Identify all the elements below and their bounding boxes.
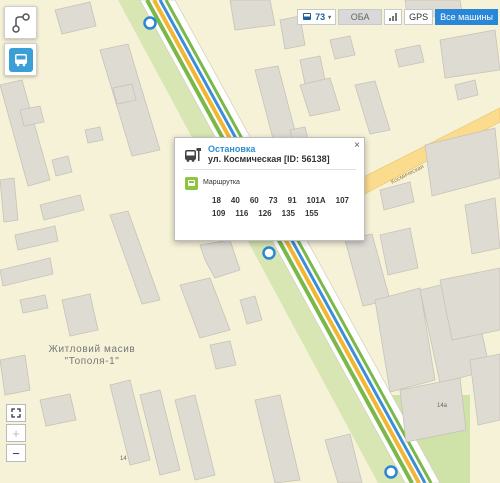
zoom-out-button[interactable]: − — [6, 444, 26, 462]
fullscreen-button[interactable] — [6, 404, 26, 422]
house-number-label: 14а — [437, 403, 448, 409]
bus-icon — [303, 13, 312, 20]
route-selector[interactable]: 73 ▾ — [297, 9, 337, 25]
route-link[interactable]: 101А — [307, 196, 326, 206]
bus-stop-icon — [185, 148, 201, 162]
signal-icon — [389, 13, 398, 21]
route-link[interactable]: 116 — [235, 209, 248, 219]
house-number-label: 14 — [120, 456, 127, 462]
stop-kind-label[interactable]: Остановка — [208, 144, 255, 154]
bus-icon — [8, 47, 33, 72]
route-link[interactable]: 73 — [269, 196, 278, 206]
district-label: Житловий масив — [49, 344, 136, 355]
district-label: "Тополя-1" — [65, 356, 120, 367]
stop-popup: × Остановка ул. Космическая [ID: 56138] … — [174, 137, 365, 241]
route-number: 73 — [315, 12, 326, 22]
gps-label: GPS — [409, 12, 429, 22]
route-link[interactable]: 91 — [288, 196, 297, 206]
zoom-in-button[interactable]: + — [6, 424, 26, 442]
route-link[interactable]: 126 — [258, 209, 271, 219]
stop-marker[interactable] — [384, 465, 398, 479]
route-link[interactable]: 60 — [250, 196, 259, 206]
fullscreen-icon — [11, 408, 21, 418]
stop-name: ул. Космическая [ID: 56138] — [208, 154, 330, 164]
chevron-down-icon: ▾ — [328, 14, 332, 21]
all-vehicles-label: Все машины — [440, 12, 493, 22]
all-vehicles-button[interactable]: Все машины — [435, 9, 498, 25]
signal-toggle[interactable] — [384, 9, 403, 25]
routes-type-label: Маршрутка — [203, 179, 240, 186]
route-link[interactable]: 135 — [282, 209, 295, 219]
road-layer-toggle[interactable]: ОБА — [338, 9, 383, 25]
zoom-controls: + − — [6, 404, 26, 464]
route-icon — [11, 12, 30, 33]
route-link[interactable]: 107 — [336, 196, 349, 206]
route-link[interactable]: 40 — [231, 196, 240, 206]
popup-divider — [183, 169, 356, 170]
top-toolbar: 73 ▾ ОБА GPS Все машины — [297, 9, 498, 25]
stop-marker[interactable] — [143, 16, 157, 30]
minibus-icon — [185, 177, 198, 190]
close-icon[interactable]: × — [354, 140, 360, 151]
map-canvas[interactable]: Космическая 14а 14 Житловий масив "Топол… — [0, 0, 500, 483]
route-link[interactable]: 109 — [212, 209, 225, 219]
route-tool-button[interactable] — [4, 6, 37, 39]
bus-layer-button[interactable] — [4, 43, 37, 76]
stop-marker[interactable] — [262, 246, 276, 260]
routes-list: 18 40 60 73 91 101А 107 109 116 126 135 … — [212, 196, 362, 219]
gps-toggle[interactable]: GPS — [404, 9, 434, 25]
route-link[interactable]: 155 — [305, 209, 318, 219]
road-label: ОБА — [350, 12, 370, 22]
route-link[interactable]: 18 — [212, 196, 221, 206]
